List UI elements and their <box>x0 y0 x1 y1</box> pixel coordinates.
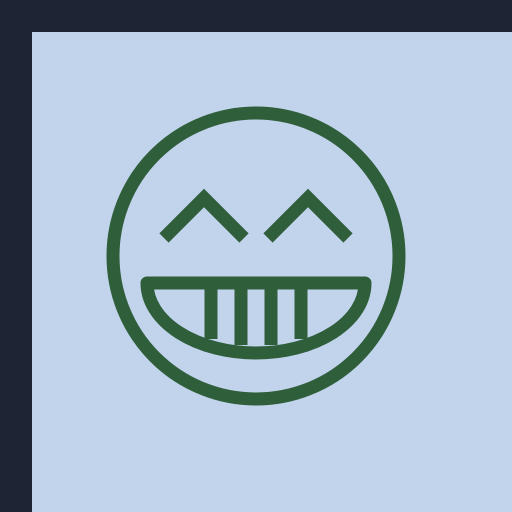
grinning-mouth <box>140 276 372 360</box>
grinning-squinting-face-icon <box>0 0 512 512</box>
left-squinting-eye <box>159 188 249 243</box>
right-squinting-eye <box>263 188 353 243</box>
icon-frame <box>0 0 512 512</box>
grinning-squinting-face-svg <box>106 106 406 406</box>
